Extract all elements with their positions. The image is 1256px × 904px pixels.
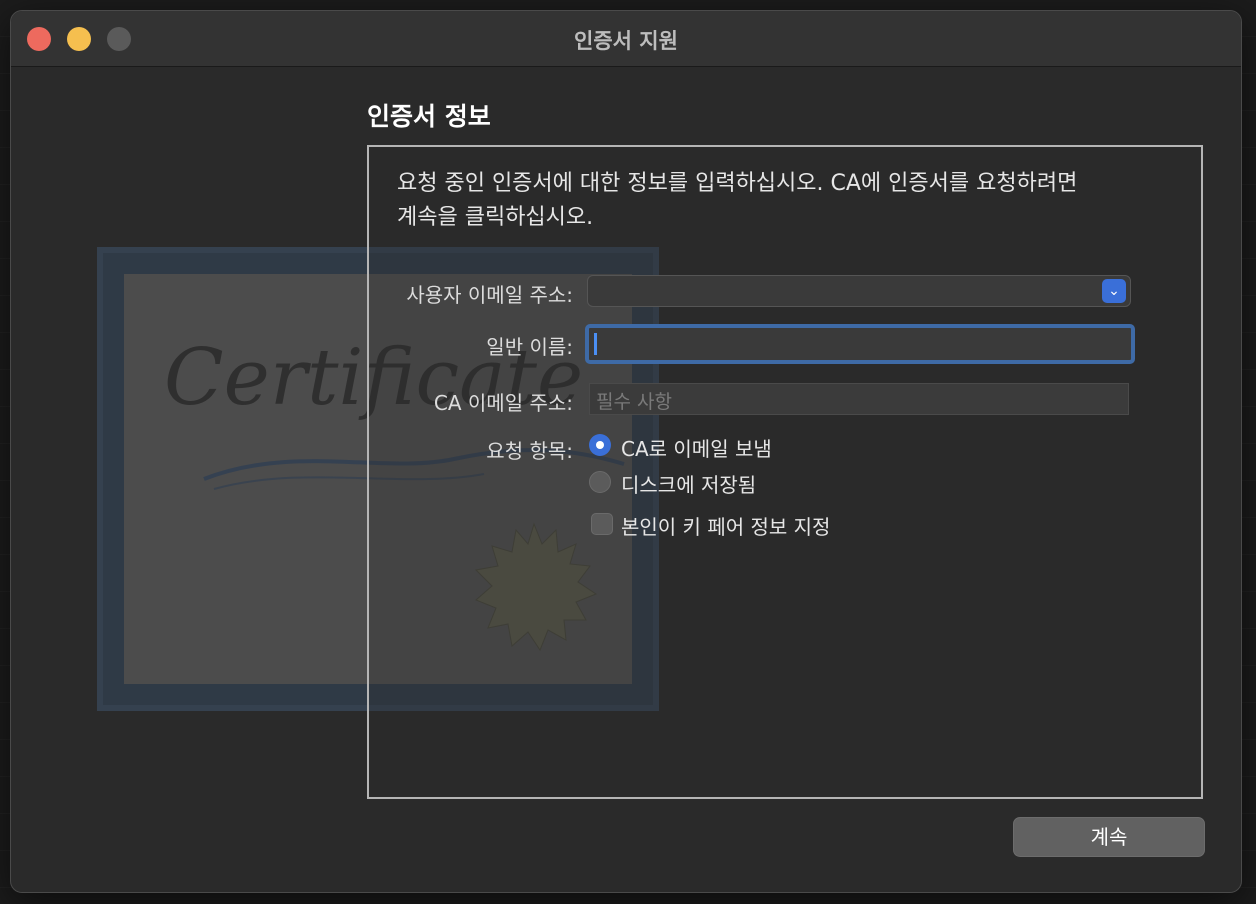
intro-text: 요청 중인 인증서에 대한 정보를 입력하십시오. CA에 인증서를 요청하려면… [397, 167, 1187, 235]
text-caret [594, 333, 597, 355]
form-panel [367, 145, 1203, 799]
ca-email-field[interactable]: 필수 사항 [589, 383, 1129, 415]
ca-email-label-wrap: CA 이메일 주소: [273, 387, 573, 417]
option-email-to-ca-label[interactable]: CA로 이메일 보냄 [621, 433, 772, 462]
key-pair-label[interactable]: 본인이 키 페어 정보 지정 [621, 511, 830, 540]
ca-email-label: CA 이메일 주소: [433, 391, 573, 415]
request-label-wrap: 요청 항목: [273, 435, 573, 465]
continue-button[interactable]: 계속 [1013, 817, 1205, 857]
user-email-label: 사용자 이메일 주소: [406, 283, 573, 307]
common-name-field[interactable] [585, 324, 1135, 364]
radio-save-to-disk[interactable] [589, 471, 611, 493]
option-save-to-disk-label[interactable]: 디스크에 저장됨 [621, 469, 756, 498]
certificate-assistant-window: 인증서 지원 Certificate 인증서 정보 요청 중인 인증서에 대한 … [10, 10, 1242, 893]
radio-email-to-ca[interactable] [589, 434, 611, 456]
common-name-label: 일반 이름: [486, 335, 573, 359]
ca-email-placeholder: 필수 사항 [596, 391, 672, 413]
chevron-down-icon[interactable]: ⌄ [1102, 279, 1126, 303]
user-email-select[interactable]: ⌄ [587, 275, 1131, 307]
common-name-label-wrap: 일반 이름: [273, 331, 573, 361]
user-email-label-wrap: 사용자 이메일 주소: [273, 279, 573, 309]
intro-line-1: 요청 중인 인증서에 대한 정보를 입력하십시오. CA에 인증서를 요청하려면 [397, 171, 1078, 196]
section-heading: 인증서 정보 [367, 102, 491, 131]
key-pair-checkbox[interactable] [591, 513, 613, 535]
intro-line-2: 계속을 클릭하십시오. [397, 205, 594, 230]
window-title: 인증서 지원 [574, 29, 678, 53]
request-label: 요청 항목: [486, 439, 573, 463]
title-bar: 인증서 지원 [11, 11, 1241, 67]
